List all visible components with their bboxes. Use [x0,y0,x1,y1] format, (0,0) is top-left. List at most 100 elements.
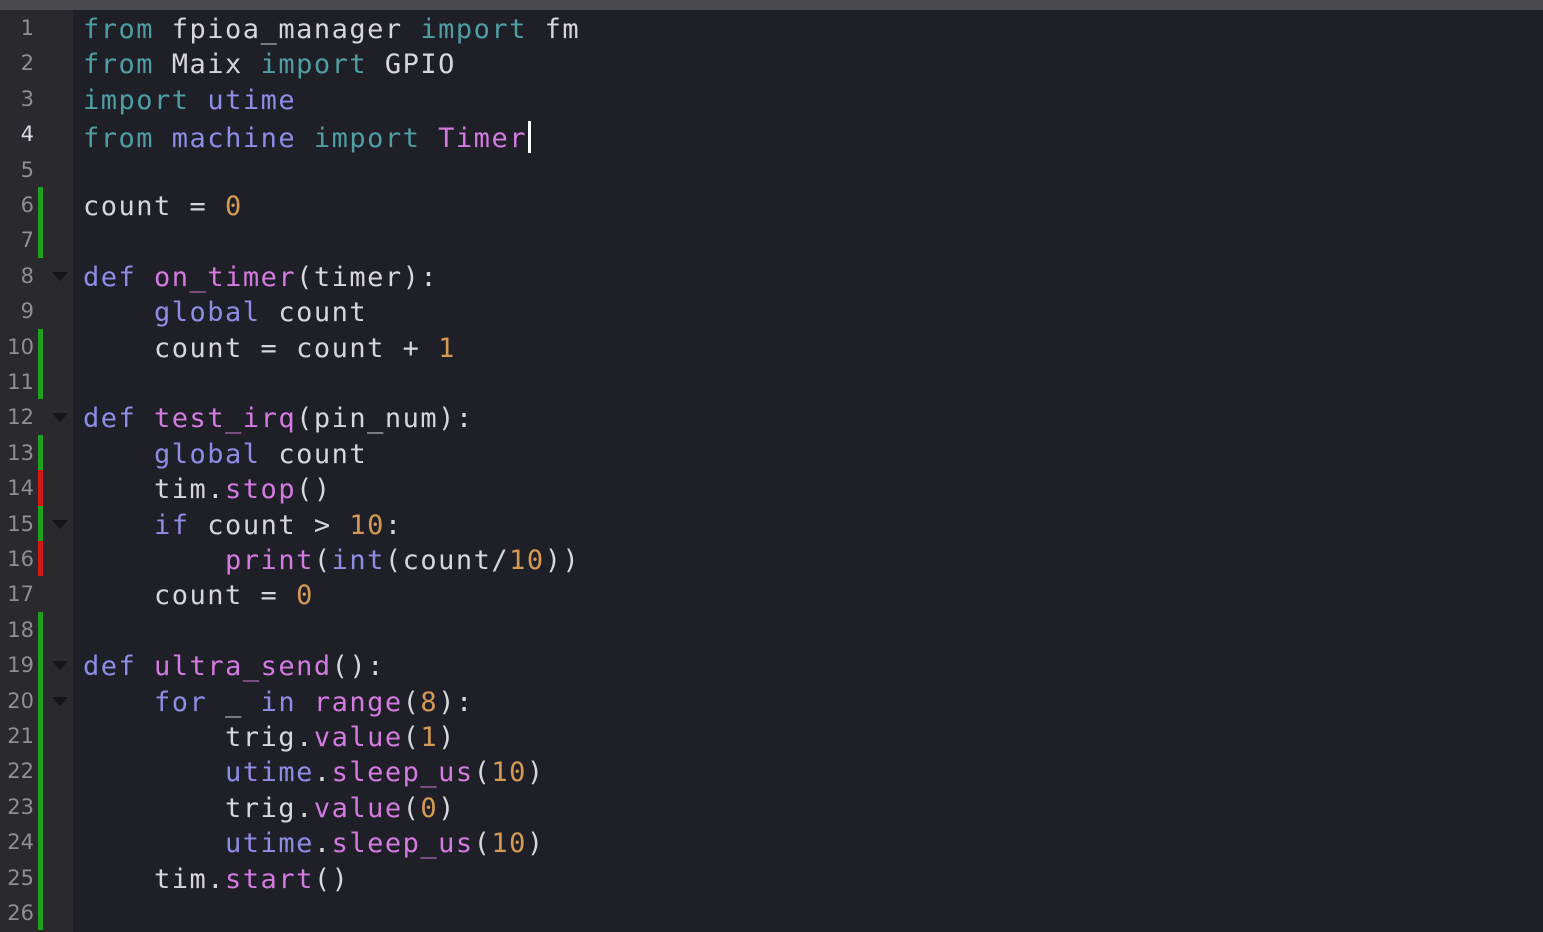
code-line[interactable]: 9 global count [0,293,1543,328]
fold-arrow-icon[interactable] [52,519,68,529]
code-line[interactable]: 18 [0,611,1543,648]
code-token: machine [171,123,297,155]
code-line[interactable]: 14 tim.stop() [0,470,1543,506]
code-line[interactable]: 25 tim.start() [0,859,1543,895]
code-line[interactable]: 6 count = 0 [0,187,1543,223]
code-line[interactable]: 23 trig.value(0) [0,788,1543,825]
code-editor[interactable]: 1 from fpioa_manager import fm 2 from Maix … [0,10,1543,932]
code-token: . [313,828,332,860]
code-token: utime [225,757,314,789]
code-line[interactable]: 17 count = 0 [0,576,1543,611]
code-line[interactable]: 4 from machine import Timer [0,116,1543,155]
fold-arrow-icon[interactable] [52,271,68,281]
code-token: utime [207,84,297,116]
code-line-text: count = 0 [83,192,243,222]
code-token: from [83,123,155,155]
code-token: sleep_us [331,757,474,789]
added-line-marker [38,328,43,364]
code-token: ( [473,757,492,789]
code-line-text: trig.value(1) [83,723,456,753]
code-line[interactable]: 26 [0,895,1543,931]
code-token: ( [313,545,332,576]
code-line[interactable]: 13 global count [0,434,1543,471]
code-line[interactable]: 19 def ultra_send(): [0,647,1543,683]
code-token: _ [207,686,261,718]
code-token: import [420,14,527,45]
code-token: . [313,757,332,789]
code-token: 1 [438,332,456,364]
code-line[interactable]: 8 def on_timer(timer): [0,258,1543,293]
code-line[interactable]: 24 utime.sleep_us(10) [0,824,1543,860]
line-number: 12 [7,405,34,430]
code-line-text: def test_irq(pin_num): [83,404,474,434]
code-line[interactable]: 2 from Maix import GPIO [0,45,1543,80]
code-line[interactable]: 22 utime.sleep_us(10) [0,753,1543,789]
code-token: ( [402,686,421,718]
code-token: 10 [491,828,527,860]
code-line-text: utime.sleep_us(10) [83,758,545,788]
line-number: 25 [7,865,34,890]
line-number: 9 [20,299,34,324]
code-token: count = count + [83,332,439,364]
code-token: ): [438,686,474,718]
code-token: range [313,686,403,718]
code-token: fm [526,14,581,45]
code-token: 8 [420,686,439,718]
code-line[interactable]: 3 import utime [0,81,1543,116]
code-line[interactable]: 15 if count > 10: [0,505,1543,541]
code-token: tim. [83,863,226,895]
fold-arrow-icon[interactable] [52,661,68,671]
code-line[interactable]: 7 [0,222,1543,258]
code-token: () [296,474,332,506]
code-token: ( [402,722,421,753]
line-number: 15 [7,511,34,536]
code-token: print [225,545,314,576]
code-token: stop [225,474,297,506]
added-line-marker [38,788,43,825]
added-line-marker [38,364,43,400]
code-token: def [83,403,137,435]
line-number: 22 [7,759,34,784]
code-line-text: tim.start() [83,863,349,895]
added-line-marker [38,753,43,789]
code-token: import [313,123,421,155]
added-line-marker [38,859,43,895]
code-token: tim. [83,474,226,506]
code-line-text: trig.value(0) [83,792,456,824]
code-line-text: count = count + 1 [83,332,456,364]
code-token: if [154,509,190,541]
added-line-marker [38,187,43,223]
code-token: import [260,49,368,81]
code-token: def [83,651,137,683]
code-token: 0 [296,580,314,612]
code-line-text: global count [83,298,367,328]
line-number: 16 [7,547,34,571]
code-token: for [154,686,208,718]
code-line[interactable]: 1 from fpioa_manager import fm [0,10,1543,45]
fold-arrow-icon[interactable] [52,696,68,706]
code-line-text: count = 0 [83,581,314,611]
code-line-text: print(int(count/10)) [83,546,580,576]
code-line[interactable]: 11 [0,364,1543,400]
code-line[interactable]: 20 for _ in range(8): [0,682,1543,718]
code-line[interactable]: 10 count = count + 1 [0,328,1543,364]
code-token: int [331,545,385,576]
code-token: fpioa_manager [154,14,421,45]
line-number: 20 [7,688,34,713]
code-token: count = [83,191,226,222]
code-line[interactable]: 21 trig.value(1) [0,718,1543,754]
code-line[interactable]: 16 print(int(count/10)) [0,541,1543,577]
code-token: ( [473,828,492,860]
code-line[interactable]: 5 [0,152,1543,187]
code-line[interactable]: 12 def test_irq(pin_num): [0,399,1543,434]
fold-arrow-icon[interactable] [52,413,68,423]
code-token: 0 [420,792,439,824]
code-token: import [83,84,190,116]
code-line-text: import utime [83,84,297,116]
code-token: from [83,14,155,45]
